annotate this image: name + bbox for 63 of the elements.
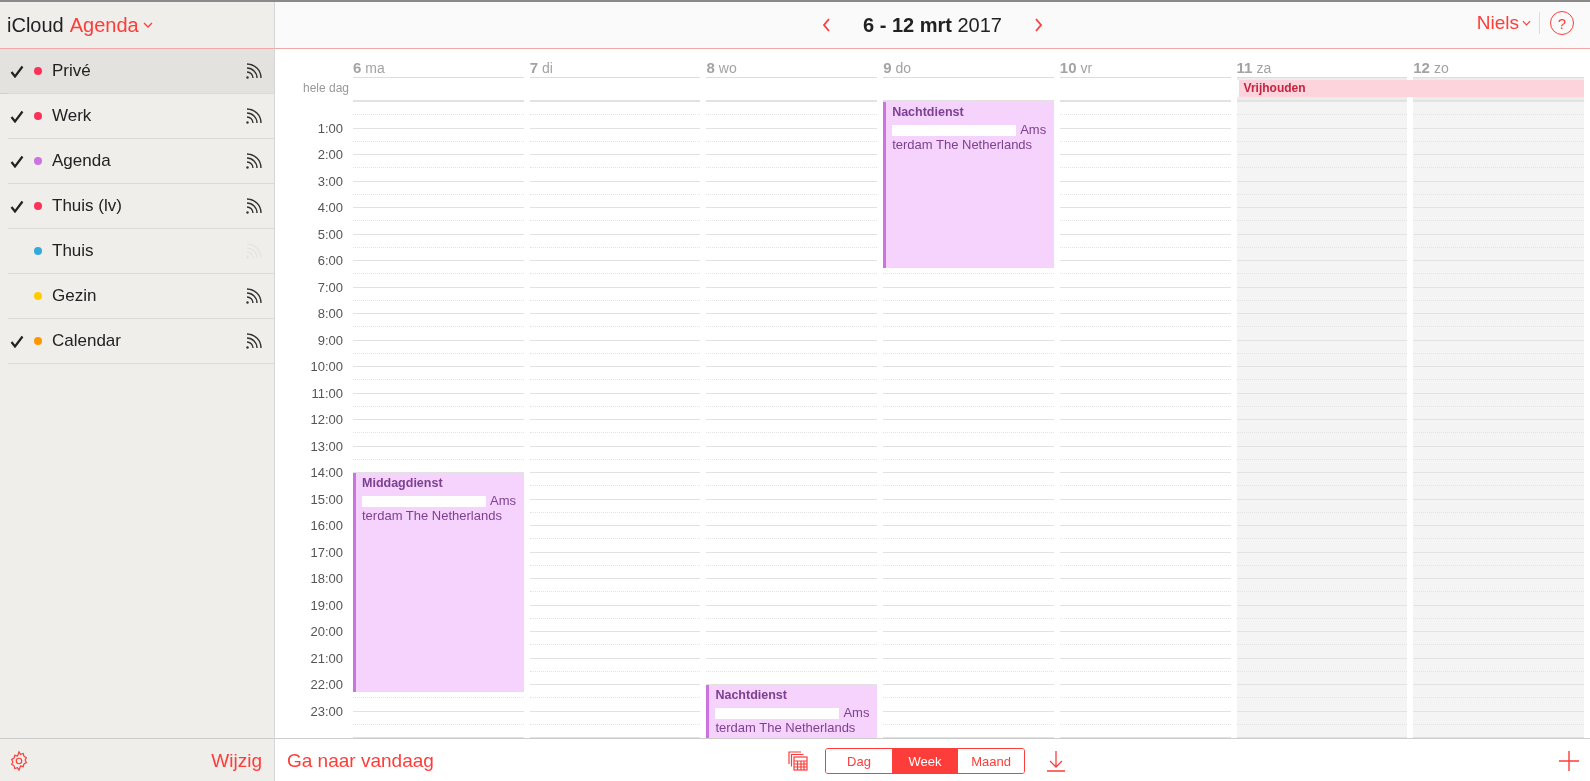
calendar-event[interactable]: Middagdienst Amsterdam The Netherlands xyxy=(353,473,524,692)
calendar-name: Agenda xyxy=(52,151,112,171)
caret-icon xyxy=(1522,20,1531,26)
event-location: Amsterdam The Netherlands xyxy=(892,122,1048,152)
event-title: Nachtdienst xyxy=(715,688,788,702)
edit-button[interactable]: Wijzig xyxy=(211,750,262,772)
hour-label: 15:00 xyxy=(309,490,344,509)
date-range: 6 - 12 mrt 2017 xyxy=(863,13,1002,37)
calendar-name: Gezin xyxy=(52,286,98,306)
app-menu[interactable]: Agenda xyxy=(69,13,153,37)
caret-icon xyxy=(142,22,153,28)
hour-label: 23:00 xyxy=(309,702,344,721)
event-location: Amsterdam The Netherlands xyxy=(362,493,517,523)
hour-label: 11:00 xyxy=(310,384,344,403)
download-icon[interactable] xyxy=(1045,749,1067,773)
calendar-item[interactable]: Thuis (lv) xyxy=(0,184,274,229)
calendar-item[interactable]: Thuis xyxy=(0,229,274,274)
all-day-event[interactable]: Vrijhouden xyxy=(1236,80,1584,97)
settings-icon[interactable] xyxy=(8,750,30,772)
hour-label: 9:00 xyxy=(316,331,344,350)
calendar-name: Thuis (lv) xyxy=(52,196,123,216)
hour-label: 21:00 xyxy=(309,649,344,668)
hour-label: 2:00 xyxy=(316,146,344,164)
hour-label: 5:00 xyxy=(316,225,344,244)
hour-label: 1:00 xyxy=(316,119,344,138)
hour-label: 10:00 xyxy=(309,358,344,376)
calendar-name: Calendar xyxy=(52,331,122,351)
event-title: Middagdienst xyxy=(362,476,444,490)
add-icon[interactable] xyxy=(1558,750,1580,772)
calendar-item[interactable]: Privé xyxy=(0,49,274,94)
hour-label: 18:00 xyxy=(309,570,344,588)
calendar-event[interactable]: Nachtdienst Amsterdam The Netherlands xyxy=(883,102,1054,268)
hour-label: 20:00 xyxy=(309,623,344,641)
calendar-event[interactable]: Nachtdienst Amsterdam The Netherlands xyxy=(706,685,878,738)
calendar-name: Thuis xyxy=(52,241,95,261)
hour-label: 3:00 xyxy=(316,172,344,191)
all-day-label: hele dag xyxy=(302,81,349,95)
chevron-left-icon xyxy=(822,18,831,32)
hour-label: 19:00 xyxy=(309,596,344,615)
calendar-name: Privé xyxy=(52,61,92,81)
hour-label: 8:00 xyxy=(316,305,344,323)
view-tab[interactable]: Week xyxy=(892,749,958,773)
calendar-item[interactable]: Gezin xyxy=(0,274,274,319)
hour-label: 4:00 xyxy=(316,199,344,217)
hour-label: 7:00 xyxy=(316,278,344,297)
hour-label: 17:00 xyxy=(309,543,344,562)
today-button[interactable]: Ga naar vandaag xyxy=(287,750,434,772)
calendars-icon[interactable] xyxy=(787,750,809,772)
hour-label: 22:00 xyxy=(309,676,344,694)
hour-label: 13:00 xyxy=(309,437,344,456)
hour-label: 14:00 xyxy=(309,464,344,482)
calendar-item[interactable]: Calendar xyxy=(0,319,274,364)
event-location: Amsterdam The Netherlands xyxy=(715,705,871,735)
hour-label: 12:00 xyxy=(309,411,344,429)
chevron-right-icon xyxy=(1034,18,1043,32)
brand-name: iCloud xyxy=(7,13,64,37)
calendar-name: Werk xyxy=(52,106,93,126)
hour-label: 16:00 xyxy=(309,517,344,535)
user-menu[interactable]: Niels xyxy=(1476,12,1540,34)
calendar-item[interactable]: Agenda xyxy=(0,139,274,184)
calendar-item[interactable]: Werk xyxy=(0,94,274,139)
hour-label: 6:00 xyxy=(316,252,344,270)
event-title: Nachtdienst xyxy=(892,105,965,119)
